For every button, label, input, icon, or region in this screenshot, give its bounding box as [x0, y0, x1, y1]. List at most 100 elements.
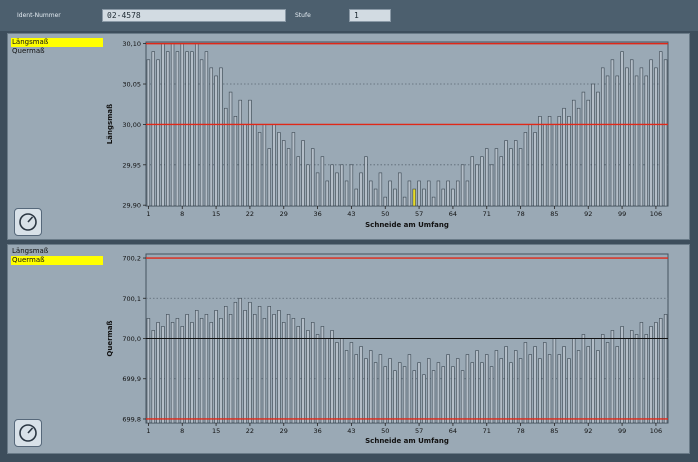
bar: [175, 318, 180, 424]
bar: [325, 180, 329, 207]
bar: [388, 358, 392, 424]
bar: [663, 314, 668, 424]
bar: [523, 342, 528, 424]
x-tick-label: 85: [550, 210, 558, 218]
bar: [605, 342, 610, 424]
bar: [422, 374, 426, 424]
bar: [301, 318, 305, 424]
bar: [146, 318, 151, 424]
bar: [431, 196, 436, 207]
bar: [427, 180, 431, 207]
bar: [543, 342, 547, 424]
bar: [219, 318, 223, 424]
bar: [156, 322, 160, 424]
bar: [311, 148, 315, 207]
bar: [485, 354, 489, 424]
x-tick-label: 36: [313, 210, 321, 218]
bar: [451, 366, 455, 424]
x-tick-label: 71: [483, 210, 491, 218]
x-tick-label: 43: [347, 427, 355, 435]
bar: [373, 188, 378, 207]
bar: [518, 148, 523, 207]
bar: [620, 51, 624, 207]
bar: [591, 338, 595, 424]
bar: [151, 330, 155, 424]
bar: [214, 75, 218, 207]
y-tick-label: 700,2: [122, 255, 141, 263]
x-tick-label: 106: [650, 210, 662, 218]
bar: [407, 354, 412, 424]
bar: [224, 306, 228, 424]
x-tick-label: 43: [347, 210, 355, 218]
bar: [562, 346, 566, 424]
bar: [233, 116, 238, 207]
bar: [349, 342, 354, 424]
bar: [388, 180, 392, 207]
bar: [267, 148, 271, 207]
bar: [315, 334, 320, 424]
bar: [460, 164, 465, 207]
bar: [547, 116, 552, 207]
bar: [470, 156, 474, 207]
bar: [402, 196, 407, 207]
bar: [315, 172, 320, 207]
bar: [180, 326, 184, 424]
bar: [344, 180, 349, 207]
x-tick-label: 15: [212, 210, 220, 218]
x-axis-label: Schneide am Umfang: [365, 221, 449, 229]
bar: [634, 75, 639, 207]
bar: [166, 314, 170, 424]
bar: [417, 362, 421, 424]
bar: [596, 91, 600, 207]
bar: [620, 326, 624, 424]
bar: [417, 180, 421, 207]
bar: [480, 156, 484, 207]
bar: [267, 306, 271, 424]
bar: [436, 362, 441, 424]
bar: [552, 124, 557, 207]
bar: [422, 188, 426, 207]
bar: [572, 99, 576, 207]
y-tick-label: 699,9: [122, 375, 141, 383]
bar: [475, 350, 479, 424]
x-tick-label: 15: [212, 427, 220, 435]
x-tick-label: 92: [584, 427, 592, 435]
bar: [557, 116, 561, 207]
bar: [214, 310, 218, 424]
bar: [248, 301, 252, 424]
bar: [427, 358, 431, 424]
bar: [253, 314, 257, 424]
bar: [615, 346, 619, 424]
bar: [630, 59, 634, 207]
bar: [509, 362, 513, 424]
x-tick-label: 50: [381, 427, 389, 435]
y-tick-label: 700,1: [122, 295, 141, 303]
bar: [601, 67, 605, 207]
bar: [402, 366, 407, 424]
x-tick-label: 8: [180, 427, 184, 435]
bar: [238, 297, 242, 424]
bar: [233, 301, 238, 424]
x-tick-label: 64: [449, 210, 457, 218]
bar: [282, 140, 286, 207]
bar: [572, 338, 576, 424]
bar: [340, 338, 344, 424]
bar: [576, 107, 581, 207]
bar: [373, 362, 378, 424]
bar: [494, 350, 499, 424]
bar: [615, 75, 619, 207]
bar: [528, 124, 532, 207]
bar: [489, 164, 494, 207]
ident-number-field[interactable]: 02-4578: [102, 9, 286, 22]
bar: [282, 322, 286, 424]
bar: [567, 358, 571, 424]
bar: [156, 59, 160, 207]
stufe-field[interactable]: 1: [349, 9, 391, 22]
bar: [330, 330, 334, 424]
bar: [359, 346, 363, 424]
x-tick-label: 57: [415, 427, 423, 435]
y-tick-label: 699,8: [122, 415, 141, 423]
x-tick-label: 99: [618, 427, 626, 435]
bar: [398, 362, 402, 424]
bar: [378, 354, 383, 424]
